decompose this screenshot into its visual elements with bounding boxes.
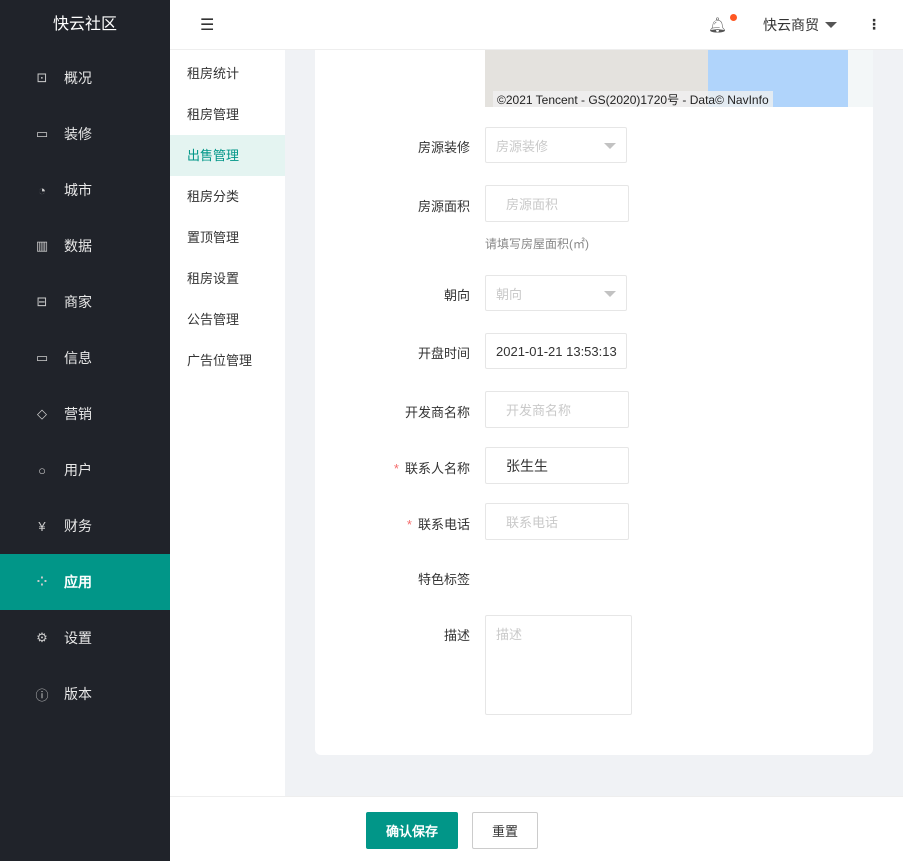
label-open-time: 开盘时间 — [417, 346, 470, 361]
label-contact: * 联系人名称 — [393, 461, 470, 476]
label-area: 房源面积 — [417, 199, 470, 214]
sidebar-item-label: 用户 — [64, 462, 92, 478]
desc-textarea[interactable]: 描述 — [485, 615, 632, 715]
sidebar-item[interactable]: ◇ 营销 — [0, 386, 170, 442]
info-icon: ⓘ — [35, 687, 49, 703]
reset-button[interactable]: 重置 — [472, 812, 538, 849]
submenu-item[interactable]: 租房设置 — [170, 258, 285, 299]
save-button[interactable]: 确认保存 — [366, 812, 458, 849]
footer: 确认保存 重置 — [170, 796, 903, 861]
user-icon: ○ — [38, 462, 46, 478]
sidebar-item[interactable]: ⁘ 应用 — [0, 554, 170, 610]
developer-input[interactable]: 开发商名称 — [485, 391, 629, 428]
sidebar-item-label: 数据 — [64, 238, 92, 254]
store-icon: ⊟ — [36, 294, 48, 309]
sidebar-item[interactable]: ⓘ 版本 — [0, 666, 170, 722]
submenu-item[interactable]: 出售管理 — [170, 135, 285, 176]
sidebar-item[interactable]: ▭ 信息 — [0, 330, 170, 386]
sidebar-item-label: 设置 — [64, 630, 92, 646]
header: ☰ 🔔︎ 快云商贸 ⋮ — [170, 0, 903, 50]
sidebar-item-label: 概况 — [64, 70, 92, 86]
sidebar-item[interactable]: ▥ 数据 — [0, 218, 170, 274]
sidebar-item-label: 版本 — [64, 686, 92, 702]
yen-icon: ¥ — [38, 518, 46, 534]
sidebar: 快云社区 ⊡ 概况 ▭ 装修 ◔ 城市 ▥ 数据 ⊟ 商家 ▭ 信息 ◇ 营销 ○ 用户 ¥ 财务 ⁘ 应用 ⚙︎ 设置 ⓘ… — [0, 0, 170, 861]
user-menu[interactable]: 快云商贸 — [763, 15, 837, 35]
sidebar-item[interactable]: ⊡ 概况 — [0, 50, 170, 106]
submenu-item[interactable]: 租房分类 — [170, 176, 285, 217]
sidebar-item-label: 财务 — [64, 518, 92, 534]
chat-icon: ▭ — [35, 126, 49, 141]
caret-down-icon — [604, 291, 616, 297]
sidebar-item-label: 商家 — [64, 294, 92, 310]
submenu-item[interactable]: 租房管理 — [170, 94, 285, 135]
form-card: 大 ©2021 Tencent - GS(2020)1720号 - Data© … — [315, 50, 873, 755]
sidebar-item[interactable]: ⊟ 商家 — [0, 274, 170, 330]
submenu-item[interactable]: 租房统计 — [170, 53, 285, 94]
sidebar-item[interactable]: ¥ 财务 — [0, 498, 170, 554]
orientation-select[interactable]: 朝向 — [485, 275, 627, 311]
gear-icon: ⚙︎ — [36, 630, 48, 645]
collapse-menu-icon[interactable]: ☰ — [200, 15, 214, 35]
radar-icon: ◔ — [38, 182, 46, 198]
caret-down-icon — [825, 21, 837, 28]
label-orientation: 朝向 — [443, 288, 470, 303]
label-developer: 开发商名称 — [404, 405, 470, 420]
sidebar-item[interactable]: ◔ 城市 — [0, 162, 170, 218]
decoration-select[interactable]: 房源装修 — [485, 127, 627, 163]
contact-input[interactable]: 张生生 — [485, 447, 629, 484]
sidebar-item[interactable]: ⚙︎ 设置 — [0, 610, 170, 666]
more-icon[interactable]: ⋮ — [867, 16, 881, 33]
label-tags: 特色标签 — [417, 572, 470, 587]
sidebar-item-label: 应用 — [64, 574, 92, 590]
map[interactable]: 大 ©2021 Tencent - GS(2020)1720号 - Data© … — [485, 50, 873, 107]
apps-icon: ⁘ — [36, 574, 48, 589]
map-attribution: ©2021 Tencent - GS(2020)1720号 - Data© Na… — [493, 91, 773, 107]
sub-menu: 租房统计 租房管理 出售管理 租房分类 置顶管理 租房设置 公告管理 广告位管理 — [170, 50, 285, 796]
submenu-item[interactable]: 广告位管理 — [170, 340, 285, 381]
label-decoration: 房源装修 — [417, 140, 470, 155]
submenu-item[interactable]: 置顶管理 — [170, 217, 285, 258]
sidebar-item[interactable]: ▭ 装修 — [0, 106, 170, 162]
submenu-item[interactable]: 公告管理 — [170, 299, 285, 340]
sidebar-item-label: 信息 — [64, 350, 92, 366]
sidebar-item[interactable]: ○ 用户 — [0, 442, 170, 498]
area-input[interactable]: 房源面积 — [485, 185, 629, 222]
message-icon: ▭ — [35, 350, 49, 365]
area-hint: 请填写房屋面积(㎡) — [485, 237, 589, 251]
open-time-input[interactable]: 2021-01-21 13:53:13 — [485, 333, 627, 369]
notification-dot — [730, 13, 737, 21]
phone-input[interactable]: 联系电话 — [485, 503, 629, 540]
label-phone: * 联系电话 — [406, 517, 470, 532]
sidebar-item-label: 装修 — [64, 126, 92, 142]
sidebar-item-label: 营销 — [64, 406, 92, 422]
dashboard-icon: ⊡ — [36, 70, 48, 85]
app-title: 快云社区 — [52, 16, 117, 33]
tag-icon: ◇ — [37, 406, 47, 421]
caret-down-icon — [604, 143, 616, 149]
bar-chart-icon: ▥ — [35, 238, 49, 253]
label-desc: 描述 — [443, 628, 470, 643]
bell-icon[interactable]: 🔔︎ — [708, 13, 737, 34]
sidebar-item-label: 城市 — [64, 182, 92, 198]
